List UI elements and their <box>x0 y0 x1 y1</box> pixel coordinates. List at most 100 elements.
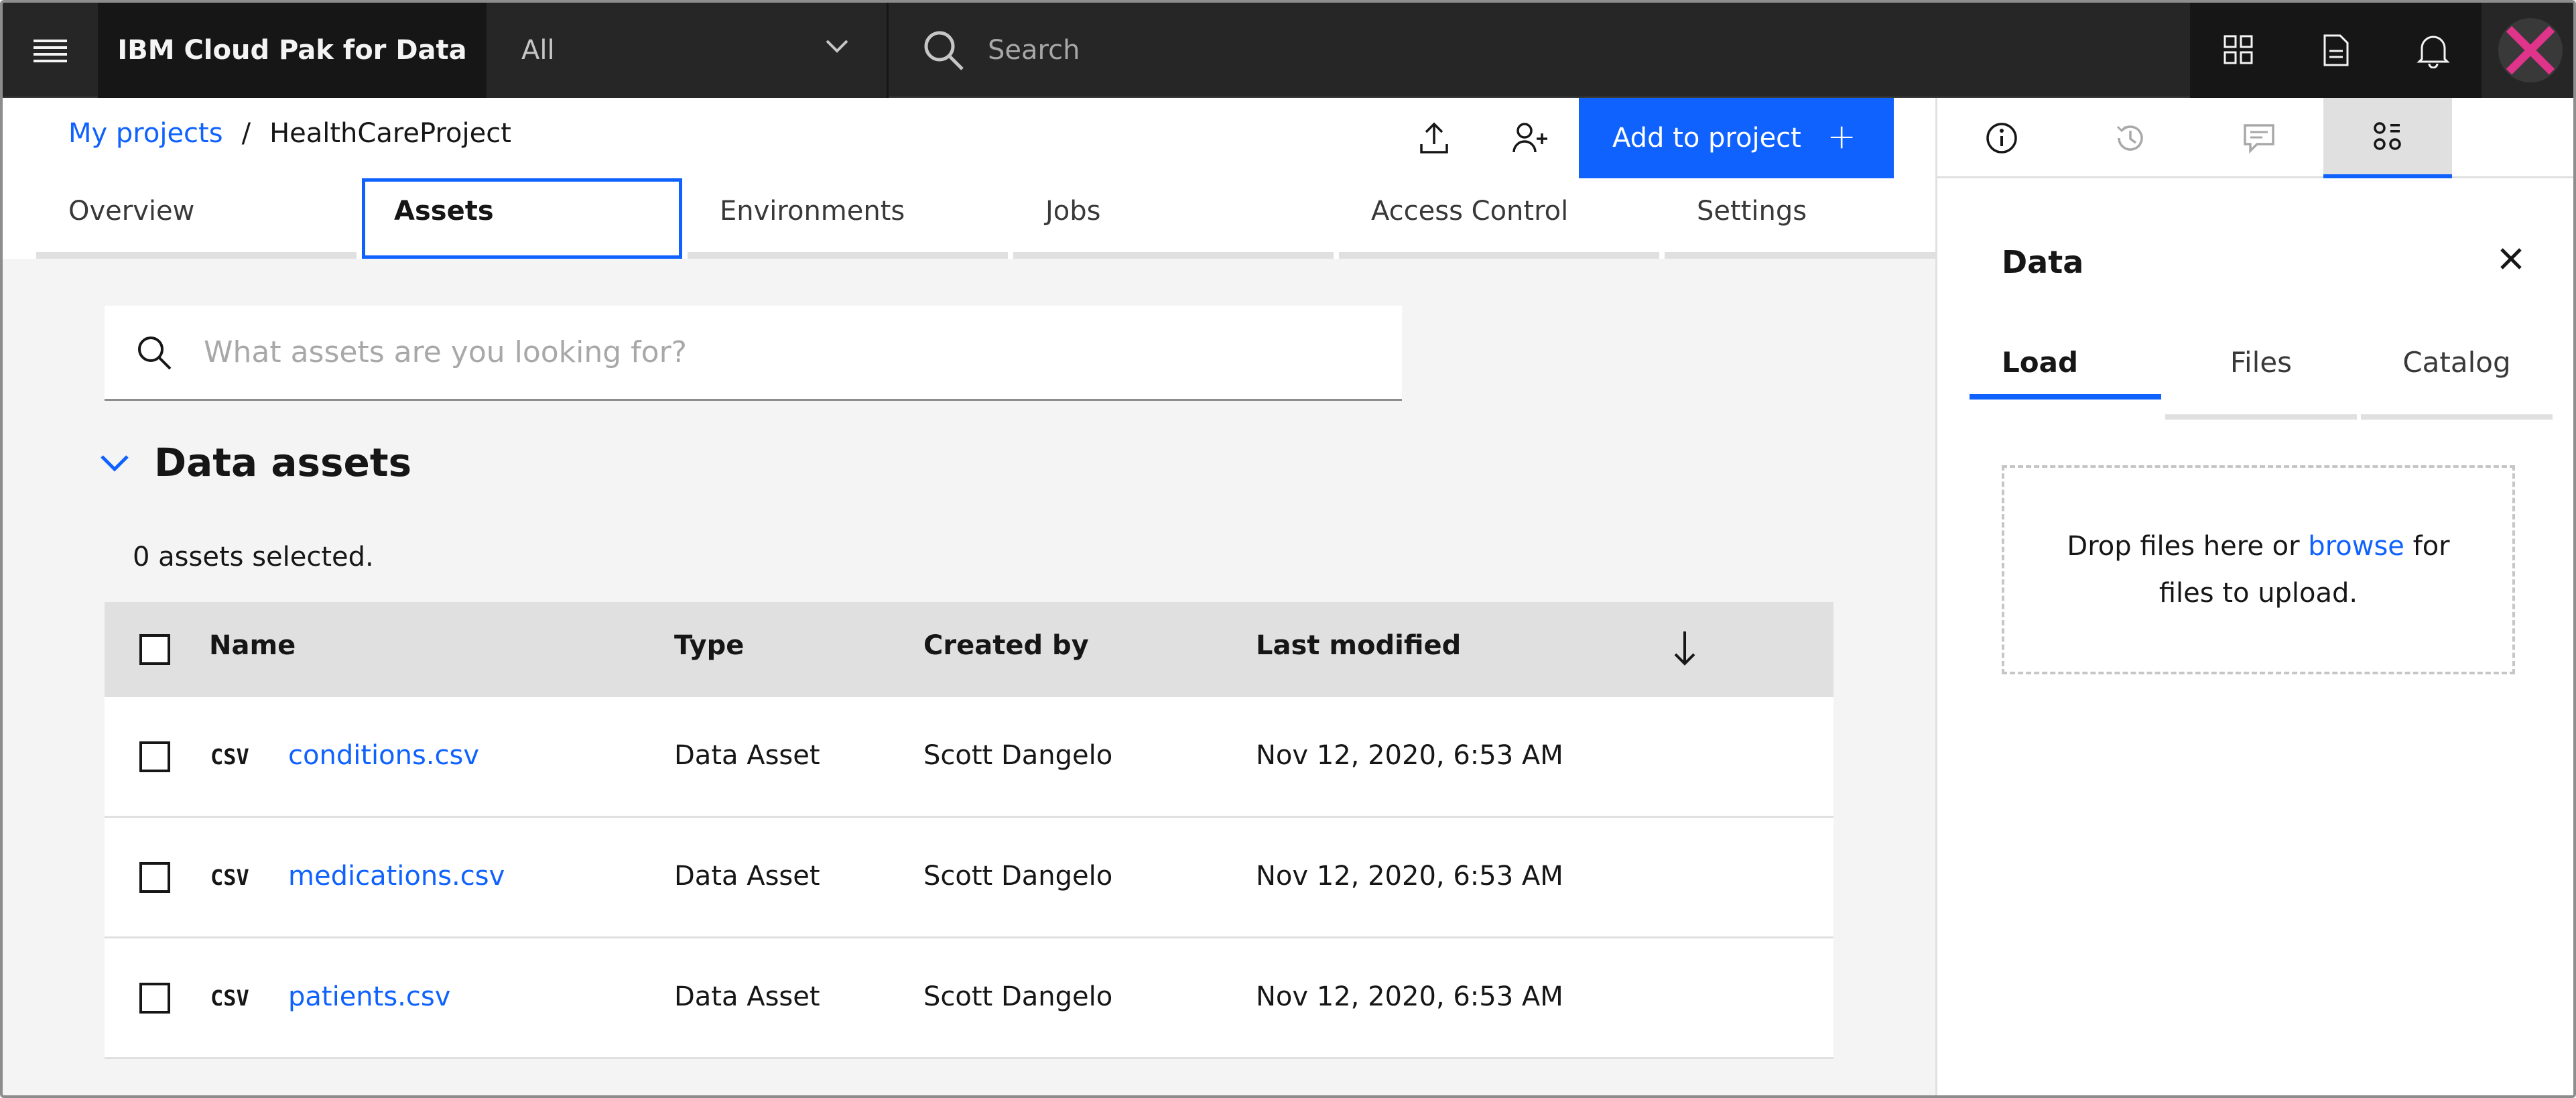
panel-tab-info[interactable] <box>1937 98 2066 178</box>
file-dropzone[interactable]: Drop files here or browse for files to u… <box>2002 465 2515 674</box>
column-header-type[interactable]: Type <box>674 630 744 661</box>
subtab-catalog[interactable]: Catalog <box>2361 346 2553 420</box>
side-panel-tabs <box>1937 98 2573 178</box>
tab-access-control[interactable]: Access Control <box>1339 178 1659 259</box>
user-avatar-mark-icon <box>2506 25 2555 75</box>
csv-file-icon: CSV <box>210 985 249 1011</box>
column-header-created-by[interactable]: Created by <box>923 630 1089 661</box>
upload-button[interactable] <box>1386 98 1482 178</box>
history-icon <box>2116 125 2143 151</box>
asset-search-input[interactable]: What assets are you looking for? <box>105 306 1402 401</box>
asset-type: Data Asset <box>674 981 820 1012</box>
panel-tab-history[interactable] <box>2066 98 2195 178</box>
search-icon <box>138 336 172 369</box>
row-checkbox[interactable] <box>139 741 170 772</box>
scope-value: All <box>521 35 555 66</box>
project-tabs: Overview Assets Environments Jobs Access… <box>3 178 1935 259</box>
table-row: CSV patients.csv Data Asset Scott Dangel… <box>105 938 1833 1059</box>
asset-created-by: Scott Dangelo <box>923 740 1113 771</box>
asset-last-modified: Nov 12, 2020, 6:53 AM <box>1256 861 1563 892</box>
project-header: My projects / HealthCareProject Add to p… <box>3 98 1935 178</box>
global-search[interactable]: Search <box>889 3 2190 98</box>
subtab-load-text[interactable]: Load <box>1970 346 2161 400</box>
panel-tab-data[interactable] <box>2323 98 2452 178</box>
apps-grid-icon <box>2224 35 2252 64</box>
column-header-last-modified[interactable]: Last modified <box>1256 630 1461 661</box>
app-window: IBM Cloud Pak for Data All Search My pro… <box>0 0 2576 1098</box>
add-to-project-button[interactable]: Add to project + <box>1579 98 1894 178</box>
plus-icon: + <box>1827 117 1856 157</box>
user-menu-button[interactable] <box>2482 3 2573 98</box>
asset-type: Data Asset <box>674 861 820 892</box>
hamburger-icon <box>34 40 67 62</box>
close-icon[interactable] <box>2499 247 2523 271</box>
table-row: CSV conditions.csv Data Asset Scott Dang… <box>105 697 1833 818</box>
asset-name-link[interactable]: conditions.csv <box>288 740 479 771</box>
asset-type: Data Asset <box>674 740 820 771</box>
dropzone-text-before: Drop files here or <box>2067 531 2300 562</box>
upload-icon <box>1420 122 1448 154</box>
data-assets-section-header[interactable]: Data assets <box>99 440 411 485</box>
info-icon <box>1986 123 2017 154</box>
header-actions <box>2190 3 2573 98</box>
search-icon <box>924 31 964 70</box>
apps-button[interactable] <box>2190 3 2287 98</box>
documentation-button[interactable] <box>2287 3 2384 98</box>
asset-name-link[interactable]: medications.csv <box>288 861 505 892</box>
notifications-button[interactable] <box>2384 3 2482 98</box>
chevron-down-icon <box>826 40 848 53</box>
browse-link[interactable]: browse <box>2308 531 2404 562</box>
section-title: Data assets <box>154 440 412 485</box>
subtab-files[interactable]: Files <box>2165 346 2357 420</box>
subtab-catalog-label: Catalog <box>2402 346 2511 379</box>
sort-arrow-down-icon[interactable] <box>1671 629 1698 668</box>
data-assets-table: Name Type Created by Last modified CSV c… <box>105 602 1833 1059</box>
breadcrumb-project-name: HealthCareProject <box>269 118 511 149</box>
breadcrumb-separator: / <box>241 118 251 149</box>
tab-assets[interactable]: Assets <box>362 178 682 259</box>
scope-dropdown[interactable]: All <box>487 3 889 98</box>
notification-bell-icon <box>2416 36 2450 68</box>
tab-environments[interactable]: Environments <box>688 178 1008 259</box>
add-user-icon <box>1512 123 1547 153</box>
dropzone-text-line2: files to upload. <box>2159 578 2358 609</box>
asset-name-link[interactable]: patients.csv <box>288 981 450 1012</box>
tab-overview[interactable]: Overview <box>36 178 357 259</box>
subtab-load-text-label: Load <box>2002 346 2079 379</box>
comment-icon <box>2244 124 2274 154</box>
asset-last-modified: Nov 12, 2020, 6:53 AM <box>1256 740 1563 771</box>
dropzone-text: Drop files here or browse for files to u… <box>2067 523 2449 617</box>
asset-search-placeholder: What assets are you looking for? <box>204 335 688 369</box>
table-row: CSV medications.csv Data Asset Scott Dan… <box>105 818 1833 938</box>
panel-tab-comments[interactable] <box>2195 98 2323 178</box>
breadcrumb-my-projects[interactable]: My projects <box>68 118 223 149</box>
global-search-placeholder: Search <box>988 35 1080 66</box>
tab-settings[interactable]: Settings <box>1665 178 1935 259</box>
add-to-project-label: Add to project <box>1612 123 1801 154</box>
tab-jobs[interactable]: Jobs <box>1013 178 1334 259</box>
csv-file-icon: CSV <box>210 865 249 890</box>
row-checkbox[interactable] <box>139 983 170 1014</box>
asset-last-modified: Nov 12, 2020, 6:53 AM <box>1256 981 1563 1012</box>
selection-count: 0 assets selected. <box>133 542 374 572</box>
global-header: IBM Cloud Pak for Data All Search <box>3 3 2573 98</box>
asset-created-by: Scott Dangelo <box>923 981 1113 1012</box>
chevron-down-icon[interactable] <box>99 452 130 473</box>
add-collaborator-button[interactable] <box>1482 98 1579 178</box>
asset-created-by: Scott Dangelo <box>923 861 1113 892</box>
column-header-name[interactable]: Name <box>209 630 296 661</box>
select-all-checkbox[interactable] <box>139 634 170 665</box>
table-header: Name Type Created by Last modified <box>105 602 1833 697</box>
product-name[interactable]: IBM Cloud Pak for Data <box>98 3 487 98</box>
data-assets-icon <box>2374 122 2401 150</box>
csv-file-icon: CSV <box>210 744 249 770</box>
menu-button[interactable] <box>3 3 98 98</box>
row-checkbox[interactable] <box>139 862 170 893</box>
side-panel: Data Load Load Files Catalog Drop files … <box>1935 98 2573 1095</box>
dropzone-text-after: for <box>2412 531 2450 562</box>
avatar <box>2498 18 2563 82</box>
breadcrumb: My projects / HealthCareProject <box>68 118 511 149</box>
document-icon <box>2323 34 2348 66</box>
subtab-files-label: Files <box>2230 346 2293 379</box>
panel-title: Data <box>2002 244 2084 280</box>
